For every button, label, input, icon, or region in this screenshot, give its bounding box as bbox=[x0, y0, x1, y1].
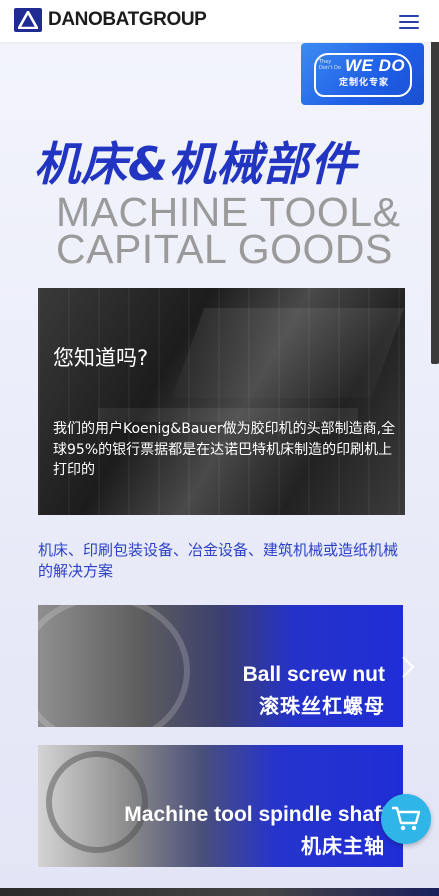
next-section-preview bbox=[0, 888, 439, 896]
did-you-know-body: 我们的用户Koenig&Bauer做为胶印机的头部制造商,全球95%的银行票据都… bbox=[53, 421, 396, 478]
product-card-title-cn: 机床主轴 bbox=[301, 834, 385, 858]
product-card-title-en: Machine tool spindle shaft bbox=[124, 803, 388, 826]
hero-title-en-line2: CAPITAL GOODS bbox=[56, 226, 393, 272]
product-card-ball-screw-nut[interactable]: Ball screw nut 滚珠丝杠螺母 bbox=[38, 605, 403, 727]
product-card-spindle-shaft[interactable]: Machine tool spindle shaft 机床主轴 bbox=[38, 745, 403, 867]
shopping-cart-button[interactable] bbox=[381, 794, 431, 844]
gear-photo bbox=[38, 605, 190, 727]
solutions-description: 机床、印刷包装设备、冶金设备、建筑机械或造纸机械的解决方案 bbox=[38, 541, 399, 580]
did-you-know-card: 您知道吗? 我们的用户Koenig&Bauer做为胶印机的头部制造商,全球95%… bbox=[38, 288, 405, 515]
logo-text: DANOBATGROUP bbox=[48, 9, 207, 30]
shopping-cart-icon bbox=[392, 806, 421, 831]
product-card-title-cn: 滚珠丝杠螺母 bbox=[259, 694, 385, 718]
did-you-know-heading: 您知道吗? bbox=[53, 346, 149, 370]
badge-title: WE DO bbox=[345, 56, 406, 75]
machine-photo-highlight bbox=[171, 308, 405, 398]
badge-subtitle: 定制化专家 bbox=[339, 78, 390, 88]
we-do-badge[interactable]: They Don't Do WE DO 定制化专家 bbox=[301, 43, 424, 105]
logo-triangle-icon bbox=[14, 8, 42, 32]
product-card-title-en: Ball screw nut bbox=[242, 663, 385, 686]
badge-small-text: They Don't Do bbox=[319, 59, 341, 71]
scrollbar[interactable] bbox=[431, 42, 439, 364]
top-header: DANOBATGROUP bbox=[0, 0, 439, 42]
chevron-right-icon[interactable] bbox=[398, 654, 418, 680]
brand-logo[interactable]: DANOBATGROUP bbox=[14, 7, 207, 33]
spindle-photo bbox=[46, 751, 148, 853]
hero-title-cn: 机床&机械部件 bbox=[34, 137, 358, 191]
hamburger-menu-icon[interactable] bbox=[398, 11, 420, 29]
